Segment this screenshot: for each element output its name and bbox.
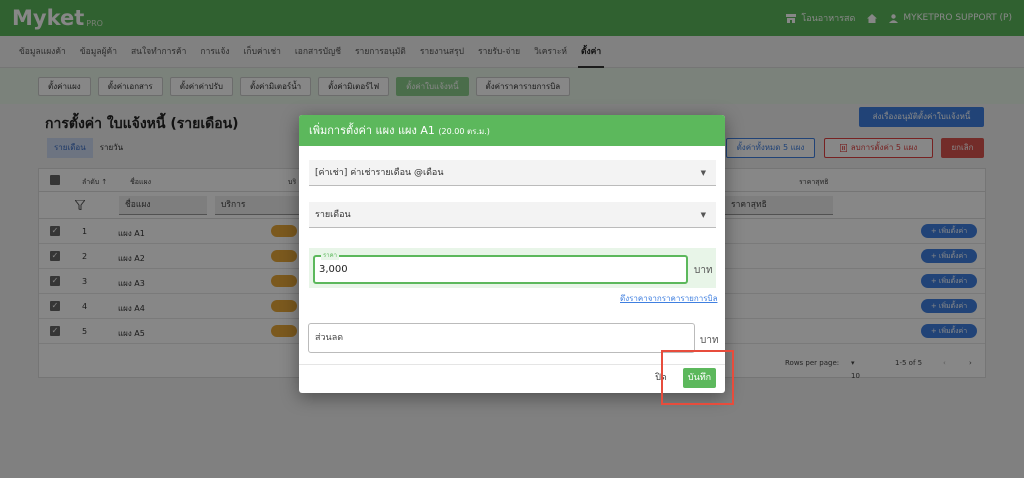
discount-input[interactable]: ส่วนลด — [308, 323, 695, 353]
item-select-value: [ค่าเช่า] ค่าเช่ารายเดือน @เดือน — [315, 168, 444, 178]
price-field-wrap: ราคา 3,000 บาท — [309, 248, 716, 288]
price-value: 3,000 — [319, 264, 348, 275]
dropdown-arrow-icon: ▼ — [700, 211, 706, 219]
dialog-area: (20.00 ตร.ม.) — [438, 127, 490, 136]
price-label: ราคา — [321, 251, 339, 260]
period-select[interactable]: รายเดือน ▼ — [309, 202, 716, 228]
discount-unit: บาท — [700, 335, 719, 346]
item-select[interactable]: [ค่าเช่า] ค่าเช่ารายเดือน @เดือน ▼ — [309, 160, 716, 186]
dialog-header: เพิ่มการตั้งค่า แผง แผง A1 (20.00 ตร.ม.) — [299, 115, 725, 146]
highlight-annotation — [661, 350, 734, 405]
dropdown-arrow-icon: ▼ — [700, 169, 706, 177]
dialog-title: เพิ่มการตั้งค่า แผง แผง A1 — [309, 124, 435, 137]
fetch-price-link[interactable]: ดึงราคาจากราคารายการบิล — [620, 292, 717, 305]
price-unit: บาท — [694, 265, 713, 276]
price-input[interactable]: ราคา 3,000 — [313, 251, 688, 284]
period-select-value: รายเดือน — [315, 210, 351, 220]
